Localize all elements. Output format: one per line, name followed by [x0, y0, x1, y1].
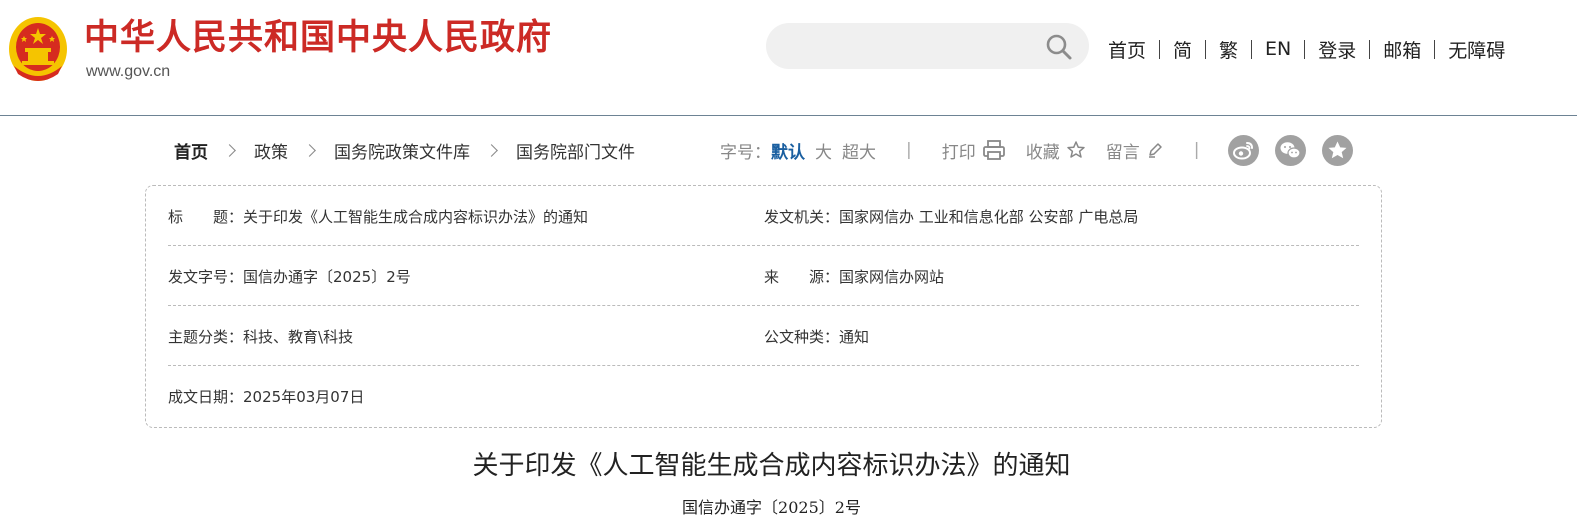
nav-divider: [1369, 39, 1371, 59]
info-doctype: 公文种类： 通知: [764, 306, 869, 366]
printer-icon: [982, 140, 1005, 160]
comment-label: 留言: [1105, 142, 1140, 163]
info-docno: 发文字号： 国信办通字〔2025〕2号: [168, 246, 411, 306]
info-row: 标 题： 关于印发《人工智能生成合成内容标识办法》的通知 发文机关： 国家网信办…: [168, 186, 1359, 246]
search-box: [766, 23, 1089, 69]
chevron-right-icon: [303, 143, 316, 157]
nav-divider: [1304, 39, 1306, 59]
star-icon: [1328, 141, 1347, 159]
article-doc-number: 国信办通字〔2025〕2号: [682, 498, 861, 517]
document-info-panel: 标 题： 关于印发《人工智能生成合成内容标识办法》的通知 发文机关： 国家网信办…: [145, 185, 1382, 428]
breadcrumb: 首页 政策 国务院政策文件库 国务院部门文件: [174, 138, 635, 163]
info-date-label: 成文日期：: [168, 387, 244, 406]
share-wechat-button[interactable]: [1275, 135, 1306, 166]
wechat-icon: [1280, 142, 1301, 159]
info-doctype-value: 通知: [839, 327, 870, 346]
article-toolbar: 字号： 默认 大 超大 | 打印 收藏 留言 |: [720, 138, 1229, 163]
star-outline-icon: [1066, 141, 1085, 158]
info-title: 标 题： 关于印发《人工智能生成合成内容标识办法》的通知: [168, 186, 588, 246]
search-input[interactable]: [786, 31, 1040, 63]
favorite-button[interactable]: 收藏: [1026, 138, 1086, 163]
info-row: 成文日期： 2025年03月07日: [168, 366, 1359, 426]
font-size-label: 字号：: [720, 142, 771, 163]
nav-login[interactable]: 登录: [1318, 36, 1356, 63]
info-row: 发文字号： 国信办通字〔2025〕2号 来 源： 国家网信办网站: [168, 246, 1359, 306]
nav-divider: [1159, 39, 1161, 59]
font-size-large[interactable]: 大: [815, 138, 832, 163]
info-docno-label: 发文字号：: [168, 267, 244, 286]
info-title-value: 关于印发《人工智能生成合成内容标识办法》的通知: [243, 207, 589, 226]
info-issuer: 发文机关： 国家网信办 工业和信息化部 公安部 广电总局: [764, 186, 1138, 246]
toolbar-divider: |: [906, 140, 912, 160]
info-docno-value: 国信办通字〔2025〕2号: [243, 267, 411, 286]
national-emblem-icon[interactable]: [8, 16, 68, 82]
share-weibo-button[interactable]: [1228, 135, 1259, 166]
site-title[interactable]: 中华人民共和国中央人民政府: [84, 16, 552, 60]
weibo-icon: [1233, 142, 1253, 160]
font-size-xlarge[interactable]: 超大: [842, 138, 876, 163]
info-date-value: 2025年03月07日: [243, 387, 365, 406]
info-source-value: 国家网信办网站: [839, 267, 945, 286]
info-issuer-value: 国家网信办 工业和信息化部 公安部 广电总局: [839, 207, 1139, 226]
info-title-label: 标 题：: [168, 207, 244, 226]
chevron-right-icon: [485, 143, 498, 157]
breadcrumb-policy-library[interactable]: 国务院政策文件库: [334, 138, 470, 163]
font-size-default[interactable]: 默认: [771, 138, 805, 163]
article-title: 关于印发《人工智能生成合成内容标识办法》的通知: [472, 451, 1071, 481]
info-date: 成文日期： 2025年03月07日: [168, 366, 364, 426]
info-row: 主题分类： 科技、教育\科技 公文种类： 通知: [168, 306, 1359, 366]
print-label: 打印: [941, 142, 976, 163]
nav-mail[interactable]: 邮箱: [1383, 36, 1421, 63]
info-topic: 主题分类： 科技、教育\科技: [168, 306, 353, 366]
nav-divider: [1251, 39, 1253, 59]
nav-divider: [1205, 39, 1207, 59]
share-favorite-button[interactable]: [1322, 135, 1353, 166]
nav-accessibility[interactable]: 无障碍: [1448, 36, 1505, 63]
info-topic-label: 主题分类：: [168, 327, 244, 346]
info-topic-value: 科技、教育\科技: [243, 327, 354, 346]
pencil-icon: [1148, 143, 1162, 158]
nav-traditional[interactable]: 繁: [1219, 36, 1238, 63]
nav-simplified[interactable]: 简: [1173, 36, 1192, 63]
site-header: 中华人民共和国中央人民政府 www.gov.cn 首页 简 繁 EN 登录 邮箱…: [0, 0, 1577, 116]
nav-english[interactable]: EN: [1265, 38, 1291, 60]
site-url[interactable]: www.gov.cn: [86, 62, 170, 82]
breadcrumb-department-docs[interactable]: 国务院部门文件: [516, 138, 635, 163]
comment-button[interactable]: 留言: [1106, 138, 1164, 163]
search-icon[interactable]: [1045, 33, 1073, 61]
info-source-label: 来 源：: [764, 267, 840, 286]
print-button[interactable]: 打印: [942, 138, 1006, 163]
info-source: 来 源： 国家网信办网站: [764, 246, 944, 306]
nav-divider: [1434, 39, 1436, 59]
breadcrumb-policy[interactable]: 政策: [254, 138, 288, 163]
favorite-label: 收藏: [1025, 142, 1060, 163]
top-nav: 首页 简 繁 EN 登录 邮箱 无障碍: [1108, 36, 1505, 62]
info-doctype-label: 公文种类：: [764, 327, 840, 346]
nav-home[interactable]: 首页: [1108, 36, 1146, 63]
info-issuer-label: 发文机关：: [764, 207, 840, 226]
chevron-right-icon: [223, 143, 236, 157]
toolbar-divider: |: [1193, 140, 1200, 160]
breadcrumb-home[interactable]: 首页: [174, 138, 208, 163]
